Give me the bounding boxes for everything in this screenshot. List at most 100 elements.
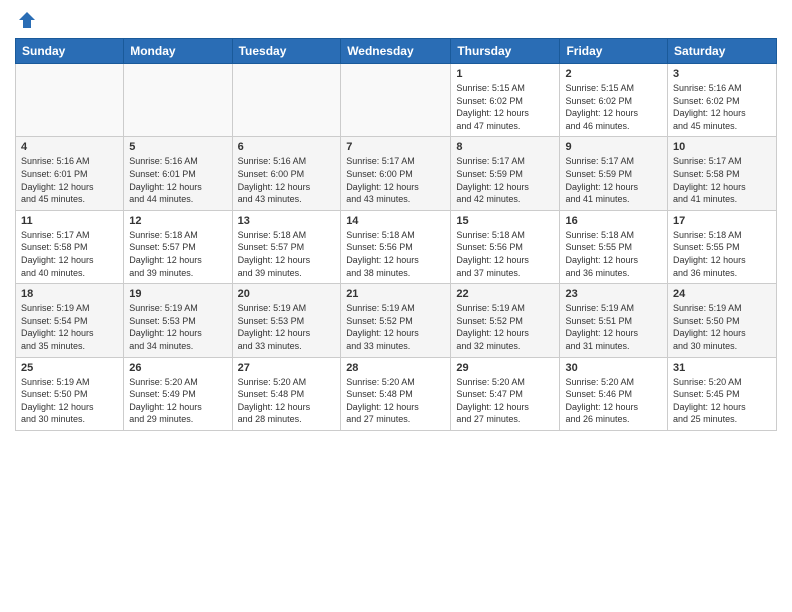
calendar-cell: 1Sunrise: 5:15 AM Sunset: 6:02 PM Daylig… (451, 64, 560, 137)
day-number: 14 (346, 215, 445, 227)
header (15, 10, 777, 30)
calendar-cell: 18 Sunrise: 5:19 AM Sunset: 5:54 PM Dayli… (16, 284, 124, 357)
calendar-week-row: 25 Sunrise: 5:19 AM Sunset: 5:50 PM Dayli… (16, 357, 777, 430)
day-number: 28 (346, 362, 445, 374)
calendar-cell: 8 Sunrise: 5:17 AM Sunset: 5:59 PM Daylig… (451, 137, 560, 210)
calendar-header-tuesday: Tuesday (232, 39, 341, 64)
day-info: Sunrise: 5:18 AM Sunset: 5:56 PM Dayligh… (456, 229, 554, 279)
day-info: Sunrise: 5:20 AM Sunset: 5:48 PM Dayligh… (238, 376, 336, 426)
day-number: 26 (129, 362, 226, 374)
calendar-cell: 22 Sunrise: 5:19 AM Sunset: 5:52 PM Dayli… (451, 284, 560, 357)
day-info: Sunrise: 5:16 AM Sunset: 6:01 PM Dayligh… (21, 155, 118, 205)
day-info: Sunrise: 5:18 AM Sunset: 5:55 PM Dayligh… (565, 229, 662, 279)
calendar-cell: 17Sunrise: 5:18 AM Sunset: 5:55 PM Dayli… (668, 210, 777, 283)
day-number: 18 (21, 288, 118, 300)
calendar-week-row: 4 Sunrise: 5:16 AM Sunset: 6:01 PM Daylig… (16, 137, 777, 210)
calendar-cell: 23 Sunrise: 5:19 AM Sunset: 5:51 PM Dayli… (560, 284, 668, 357)
logo-icon (17, 10, 37, 30)
day-number: 29 (456, 362, 554, 374)
calendar-cell: 2Sunrise: 5:15 AM Sunset: 6:02 PM Daylig… (560, 64, 668, 137)
day-info: Sunrise: 5:19 AM Sunset: 5:53 PM Dayligh… (129, 302, 226, 352)
day-number: 27 (238, 362, 336, 374)
calendar-week-row: 1Sunrise: 5:15 AM Sunset: 6:02 PM Daylig… (16, 64, 777, 137)
day-info: Sunrise: 5:19 AM Sunset: 5:51 PM Dayligh… (565, 302, 662, 352)
calendar-cell: 6 Sunrise: 5:16 AM Sunset: 6:00 PM Daylig… (232, 137, 341, 210)
day-info: Sunrise: 5:18 AM Sunset: 5:57 PM Dayligh… (129, 229, 226, 279)
day-number: 10 (673, 141, 771, 153)
day-number: 3 (673, 68, 771, 80)
day-number: 30 (565, 362, 662, 374)
calendar-cell: 30 Sunrise: 5:20 AM Sunset: 5:46 PM Dayli… (560, 357, 668, 430)
day-info: Sunrise: 5:20 AM Sunset: 5:47 PM Dayligh… (456, 376, 554, 426)
day-info: Sunrise: 5:19 AM Sunset: 5:52 PM Dayligh… (346, 302, 445, 352)
calendar-cell: 29 Sunrise: 5:20 AM Sunset: 5:47 PM Dayli… (451, 357, 560, 430)
day-number: 5 (129, 141, 226, 153)
calendar-cell: 3 Sunrise: 5:16 AM Sunset: 6:02 PM Daylig… (668, 64, 777, 137)
calendar-cell: 7 Sunrise: 5:17 AM Sunset: 6:00 PM Daylig… (341, 137, 451, 210)
day-info: Sunrise: 5:18 AM Sunset: 5:55 PM Dayligh… (673, 229, 771, 279)
day-info: Sunrise: 5:16 AM Sunset: 6:02 PM Dayligh… (673, 82, 771, 132)
calendar-cell: 5 Sunrise: 5:16 AM Sunset: 6:01 PM Daylig… (124, 137, 232, 210)
day-number: 25 (21, 362, 118, 374)
day-info: Sunrise: 5:19 AM Sunset: 5:54 PM Dayligh… (21, 302, 118, 352)
day-number: 11 (21, 215, 118, 227)
day-info: Sunrise: 5:17 AM Sunset: 5:59 PM Dayligh… (456, 155, 554, 205)
day-info: Sunrise: 5:17 AM Sunset: 5:58 PM Dayligh… (673, 155, 771, 205)
calendar-cell: 20 Sunrise: 5:19 AM Sunset: 5:53 PM Dayli… (232, 284, 341, 357)
day-number: 8 (456, 141, 554, 153)
calendar-cell: 4 Sunrise: 5:16 AM Sunset: 6:01 PM Daylig… (16, 137, 124, 210)
calendar-cell: 26Sunrise: 5:20 AM Sunset: 5:49 PM Dayli… (124, 357, 232, 430)
calendar-cell (124, 64, 232, 137)
calendar-cell: 21Sunrise: 5:19 AM Sunset: 5:52 PM Dayli… (341, 284, 451, 357)
day-info: Sunrise: 5:18 AM Sunset: 5:57 PM Dayligh… (238, 229, 336, 279)
day-number: 20 (238, 288, 336, 300)
day-number: 6 (238, 141, 336, 153)
day-info: Sunrise: 5:19 AM Sunset: 5:50 PM Dayligh… (673, 302, 771, 352)
calendar-cell: 25 Sunrise: 5:19 AM Sunset: 5:50 PM Dayli… (16, 357, 124, 430)
calendar-cell: 10 Sunrise: 5:17 AM Sunset: 5:58 PM Dayli… (668, 137, 777, 210)
calendar-cell: 28 Sunrise: 5:20 AM Sunset: 5:48 PM Dayli… (341, 357, 451, 430)
calendar-table: SundayMondayTuesdayWednesdayThursdayFrid… (15, 38, 777, 431)
calendar-cell: 31 Sunrise: 5:20 AM Sunset: 5:45 PM Dayli… (668, 357, 777, 430)
calendar-week-row: 11 Sunrise: 5:17 AM Sunset: 5:58 PM Dayli… (16, 210, 777, 283)
day-info: Sunrise: 5:20 AM Sunset: 5:45 PM Dayligh… (673, 376, 771, 426)
day-info: Sunrise: 5:17 AM Sunset: 5:59 PM Dayligh… (565, 155, 662, 205)
calendar-week-row: 18 Sunrise: 5:19 AM Sunset: 5:54 PM Dayli… (16, 284, 777, 357)
day-number: 31 (673, 362, 771, 374)
day-info: Sunrise: 5:15 AM Sunset: 6:02 PM Dayligh… (456, 82, 554, 132)
day-info: Sunrise: 5:18 AM Sunset: 5:56 PM Dayligh… (346, 229, 445, 279)
calendar-header-monday: Monday (124, 39, 232, 64)
day-info: Sunrise: 5:16 AM Sunset: 6:01 PM Dayligh… (129, 155, 226, 205)
day-number: 2 (565, 68, 662, 80)
calendar-cell: 13Sunrise: 5:18 AM Sunset: 5:57 PM Dayli… (232, 210, 341, 283)
calendar-header-thursday: Thursday (451, 39, 560, 64)
calendar-cell: 16 Sunrise: 5:18 AM Sunset: 5:55 PM Dayli… (560, 210, 668, 283)
day-number: 12 (129, 215, 226, 227)
day-number: 15 (456, 215, 554, 227)
calendar-cell: 19 Sunrise: 5:19 AM Sunset: 5:53 PM Dayli… (124, 284, 232, 357)
day-info: Sunrise: 5:19 AM Sunset: 5:52 PM Dayligh… (456, 302, 554, 352)
day-number: 22 (456, 288, 554, 300)
calendar-cell (232, 64, 341, 137)
calendar-cell: 9Sunrise: 5:17 AM Sunset: 5:59 PM Daylig… (560, 137, 668, 210)
calendar-header-friday: Friday (560, 39, 668, 64)
calendar-header-wednesday: Wednesday (341, 39, 451, 64)
day-info: Sunrise: 5:20 AM Sunset: 5:48 PM Dayligh… (346, 376, 445, 426)
day-number: 4 (21, 141, 118, 153)
logo (15, 10, 37, 30)
day-number: 19 (129, 288, 226, 300)
day-info: Sunrise: 5:17 AM Sunset: 5:58 PM Dayligh… (21, 229, 118, 279)
day-info: Sunrise: 5:19 AM Sunset: 5:50 PM Dayligh… (21, 376, 118, 426)
day-number: 23 (565, 288, 662, 300)
calendar-cell: 27 Sunrise: 5:20 AM Sunset: 5:48 PM Dayli… (232, 357, 341, 430)
day-number: 16 (565, 215, 662, 227)
calendar-cell (341, 64, 451, 137)
day-info: Sunrise: 5:19 AM Sunset: 5:53 PM Dayligh… (238, 302, 336, 352)
day-number: 24 (673, 288, 771, 300)
day-info: Sunrise: 5:17 AM Sunset: 6:00 PM Dayligh… (346, 155, 445, 205)
calendar-cell (16, 64, 124, 137)
day-number: 7 (346, 141, 445, 153)
day-info: Sunrise: 5:16 AM Sunset: 6:00 PM Dayligh… (238, 155, 336, 205)
day-info: Sunrise: 5:20 AM Sunset: 5:46 PM Dayligh… (565, 376, 662, 426)
calendar-cell: 12 Sunrise: 5:18 AM Sunset: 5:57 PM Dayli… (124, 210, 232, 283)
